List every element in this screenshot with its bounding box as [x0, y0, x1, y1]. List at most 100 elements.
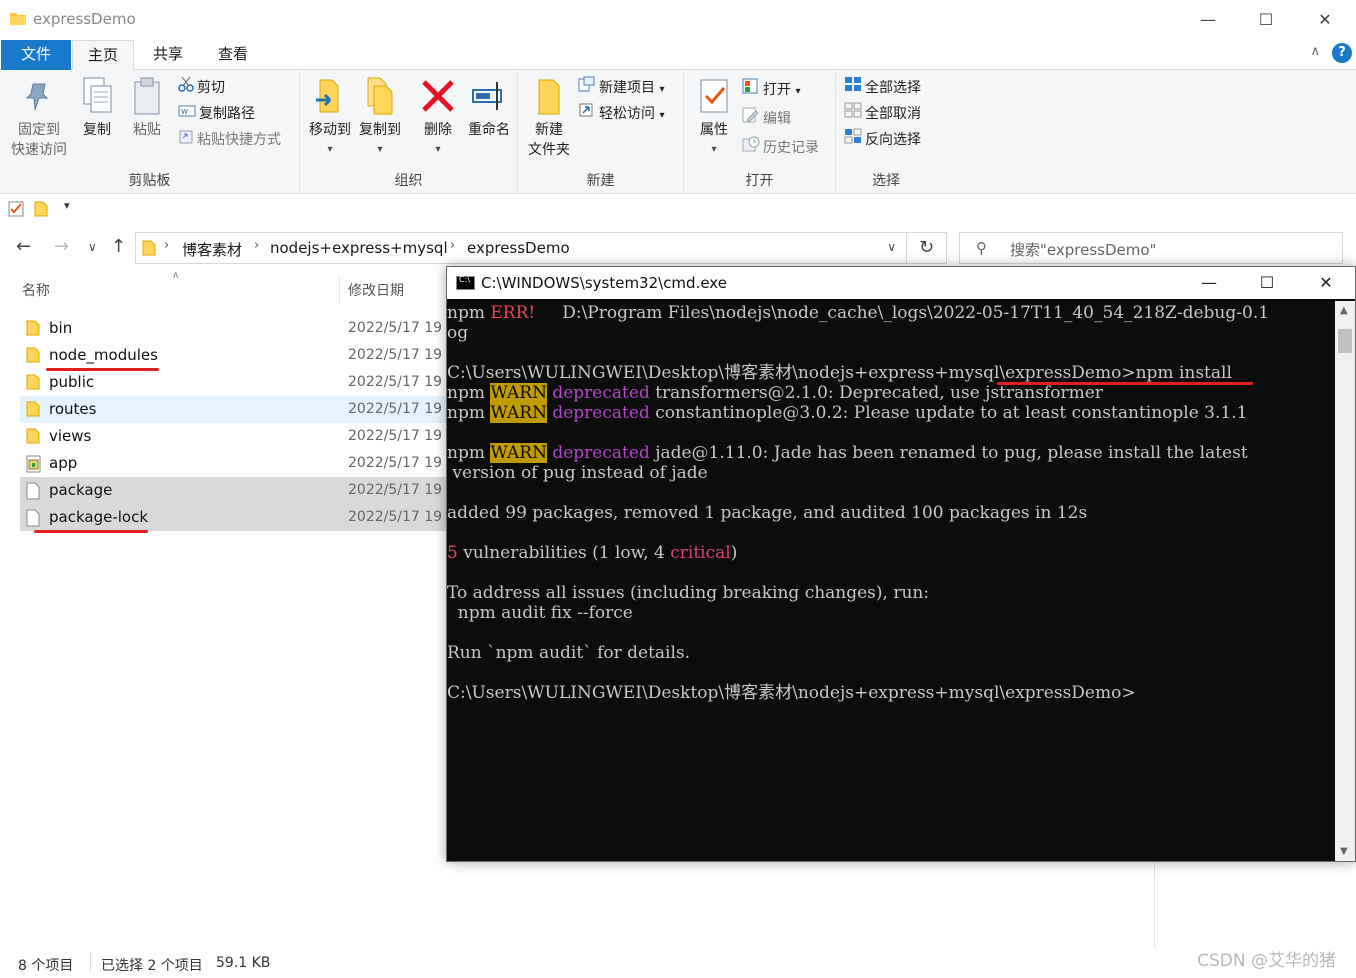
back-arrow-icon[interactable]: ← — [16, 236, 31, 257]
folder-icon — [26, 401, 40, 421]
file-row-app[interactable]: app 2022/5/17 19 — [20, 450, 450, 477]
cmd-scrollbar[interactable]: ▲ ▼ — [1335, 301, 1355, 861]
search-placeholder: 搜索"expressDemo" — [1010, 241, 1157, 259]
invert-selection-button[interactable]: 反向选择 — [844, 128, 921, 152]
tab-view[interactable]: 查看 — [202, 40, 264, 70]
tab-file[interactable]: 文件 — [1, 40, 71, 70]
cmd-title-bar[interactable]: C:\WINDOWS\system32\cmd.exe — ☐ ✕ — [447, 267, 1355, 299]
cmd-maximize-button[interactable]: ☐ — [1247, 271, 1287, 295]
status-bar: 8 个项目 已选择 2 个项目 59.1 KB — [0, 948, 1356, 978]
file-date: 2022/5/17 19 — [348, 401, 443, 417]
breadcrumb-expressdemo[interactable]: expressDemo — [467, 239, 570, 257]
open-button[interactable]: 打开 ▾ — [742, 78, 800, 102]
svg-text:W: W — [181, 108, 188, 116]
edit-pencil-icon — [742, 107, 760, 131]
easy-access-icon — [578, 102, 596, 126]
forward-arrow-icon[interactable]: → — [54, 236, 69, 257]
close-button[interactable]: ✕ — [1310, 8, 1340, 32]
cmd-window[interactable]: C:\WINDOWS\system32\cmd.exe — ☐ ✕ npm ER… — [446, 266, 1356, 862]
file-row-public[interactable]: public 2022/5/17 19 — [20, 369, 450, 396]
new-item-button[interactable]: 新建项目 ▾ — [578, 76, 664, 100]
recent-locations-chevron-icon[interactable]: ∨ — [88, 240, 97, 254]
select-none-button[interactable]: 全部取消 — [844, 102, 921, 126]
status-divider — [90, 952, 91, 972]
rename-button[interactable]: 重命名 — [462, 76, 516, 140]
properties-check-icon[interactable] — [8, 201, 24, 221]
group-organize: 移动到 ▾ 复制到 ▾ 删除 ▾ 重命名 组织 — [300, 70, 518, 194]
clipboard-icon — [134, 77, 160, 115]
column-divider[interactable] — [339, 276, 340, 304]
file-name: app — [49, 454, 78, 472]
history-button[interactable]: 历史记录 — [742, 136, 819, 160]
file-row-package-lock[interactable]: package-lock 2022/5/17 19 — [20, 504, 450, 531]
file-row-bin[interactable]: bin 2022/5/17 19 — [20, 315, 450, 342]
tab-share[interactable]: 共享 — [138, 40, 198, 70]
up-arrow-icon[interactable]: ↑ — [111, 236, 126, 257]
copy-button[interactable]: 复制 — [74, 76, 120, 140]
cmd-close-button[interactable]: ✕ — [1306, 271, 1346, 295]
file-date: 2022/5/17 19 — [348, 428, 443, 444]
search-box[interactable]: ⚲ 搜索"expressDemo" — [959, 232, 1343, 264]
help-button[interactable]: ? — [1332, 43, 1352, 63]
column-header-modified[interactable]: 修改日期 — [348, 280, 404, 300]
folder-icon — [10, 11, 26, 29]
tab-home[interactable]: 主页 — [72, 40, 134, 71]
breadcrumb-nodejs-express-mysql[interactable]: nodejs+express+mysql — [270, 239, 448, 257]
delete-button[interactable]: 删除 ▾ — [414, 76, 462, 160]
cmd-line: 5 vulnerabilities (1 low, 4 critical) — [447, 543, 738, 563]
file-date: 2022/5/17 19 — [348, 509, 443, 525]
customize-toolbar-icon[interactable]: ▾ — [64, 199, 70, 212]
new-folder-button[interactable]: 新建 文件夹 — [524, 76, 574, 160]
cut-button[interactable]: 剪切 — [178, 76, 225, 100]
cmd-line: To address all issues (including breakin… — [447, 583, 930, 603]
explorer-title-bar: expressDemo — ☐ ✕ — [0, 0, 1356, 40]
file-name: views — [49, 427, 92, 445]
group-label-open: 打开 — [745, 173, 774, 189]
refresh-icon[interactable]: ↻ — [907, 232, 947, 264]
file-row-views[interactable]: views 2022/5/17 19 — [20, 423, 450, 450]
cmd-line: npm WARN deprecated constantinople@3.0.2… — [447, 403, 1248, 423]
paste-button[interactable]: 粘贴 — [124, 76, 170, 140]
copy-path-button[interactable]: W 复制路径 — [178, 102, 255, 126]
rename-icon — [472, 82, 502, 110]
scroll-up-arrow-icon[interactable]: ▲ — [1340, 305, 1348, 316]
breadcrumb-blog-assets[interactable]: 博客素材 — [182, 239, 242, 260]
copy-to-button[interactable]: 复制到 ▾ — [356, 76, 404, 160]
maximize-button[interactable]: ☐ — [1251, 8, 1281, 32]
minimize-button[interactable]: — — [1193, 8, 1223, 32]
column-header-name[interactable]: 名称 — [22, 280, 50, 300]
cmd-line: npm audit fix --force — [447, 603, 633, 623]
pin-quick-access-button[interactable]: 固定到 快速访问 — [8, 76, 70, 160]
address-dropdown-chevron-icon[interactable]: ∨ — [887, 240, 896, 254]
cmd-title: C:\WINDOWS\system32\cmd.exe — [481, 274, 727, 292]
file-icon — [26, 509, 40, 531]
edit-button[interactable]: 编辑 — [742, 107, 791, 131]
breadcrumb-separator-icon[interactable]: › — [254, 238, 259, 253]
folder-icon — [26, 320, 40, 340]
properties-button[interactable]: 属性 ▾ — [692, 76, 736, 160]
new-folder-icon[interactable] — [34, 201, 48, 221]
breadcrumb-separator-icon[interactable]: › — [450, 238, 455, 253]
cmd-line: added 99 packages, removed 1 package, an… — [447, 503, 1088, 523]
select-all-button[interactable]: 全部选择 — [844, 76, 921, 100]
file-icon — [26, 482, 40, 504]
delete-x-icon — [422, 80, 454, 112]
cmd-minimize-button[interactable]: — — [1189, 271, 1229, 295]
file-row-node-modules[interactable]: node_modules 2022/5/17 19 — [20, 342, 450, 369]
file-row-package[interactable]: package 2022/5/17 19 — [20, 477, 450, 504]
select-none-icon — [844, 102, 862, 126]
scissors-icon — [178, 76, 194, 100]
scroll-thumb[interactable] — [1338, 329, 1352, 353]
selected-size: 59.1 KB — [216, 955, 271, 971]
scroll-down-arrow-icon[interactable]: ▼ — [1340, 846, 1348, 857]
cmd-output[interactable]: npm ERR! D:\Program Files\nodejs\node_ca… — [447, 301, 1335, 861]
breadcrumb-separator-icon[interactable]: › — [164, 238, 169, 253]
paste-shortcut-button[interactable]: 粘贴快捷方式 — [178, 128, 281, 152]
address-bar[interactable]: › 博客素材 › nodejs+express+mysql › expressD… — [135, 232, 907, 264]
file-row-routes[interactable]: routes 2022/5/17 19 — [20, 396, 450, 423]
collapse-ribbon-icon[interactable]: ∧ — [1310, 44, 1320, 59]
file-date: 2022/5/17 19 — [348, 347, 443, 363]
move-to-button[interactable]: 移动到 ▾ — [306, 76, 354, 160]
easy-access-button[interactable]: 轻松访问 ▾ — [578, 102, 664, 126]
file-date: 2022/5/17 19 — [348, 374, 443, 390]
